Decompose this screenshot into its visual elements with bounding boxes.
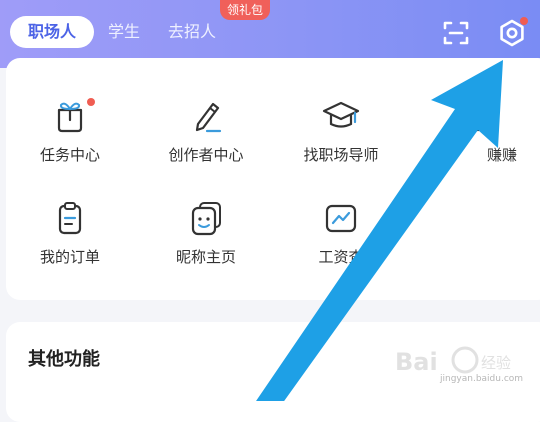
- graduation-cap-icon: [322, 101, 360, 128]
- service-my-orders[interactable]: 我的订单: [0, 200, 140, 267]
- service-label: 创作者中心: [168, 146, 244, 164]
- service-salary-check[interactable]: 工资查: [271, 200, 411, 267]
- service-find-mentor[interactable]: 找职场导师: [271, 98, 411, 165]
- gift-badge: 领礼包: [220, 0, 271, 20]
- role-tabs: 职场人 学生 去招人: [10, 16, 230, 48]
- task-notification-dot: [87, 98, 95, 106]
- pen-icon: [195, 102, 222, 133]
- scan-icon[interactable]: [441, 18, 471, 48]
- watermark-brand: Bai: [395, 348, 438, 376]
- service-earn-money[interactable]: 赚赚: [408, 98, 540, 165]
- service-profile-page[interactable]: 昵称主页: [136, 200, 276, 267]
- watermark-cn: 经验: [481, 354, 511, 372]
- tab-student[interactable]: 学生: [94, 16, 154, 48]
- watermark-url: jingyan.baidu.com: [440, 374, 524, 384]
- section-title-other: 其他功能: [28, 349, 100, 370]
- service-creator-center[interactable]: 创作者中心: [136, 98, 276, 165]
- service-label: 任务中心: [39, 146, 100, 164]
- clipboard-icon: [58, 202, 82, 235]
- settings-notification-dot: [520, 17, 528, 25]
- service-label: 我的订单: [39, 248, 100, 266]
- service-label: 工资查: [318, 248, 364, 266]
- tab-recruit[interactable]: 去招人: [154, 16, 230, 48]
- service-label: 找职场导师: [303, 146, 379, 164]
- gift-icon: [57, 102, 83, 133]
- service-label: 昵称主页: [175, 248, 236, 266]
- service-task-center[interactable]: 任务中心: [0, 98, 140, 165]
- salary-chart-icon: [325, 204, 357, 233]
- money-icon: [463, 102, 493, 132]
- service-label: 赚赚: [486, 146, 517, 164]
- tab-professional[interactable]: 职场人: [10, 16, 95, 48]
- profile-card-icon: [191, 202, 221, 236]
